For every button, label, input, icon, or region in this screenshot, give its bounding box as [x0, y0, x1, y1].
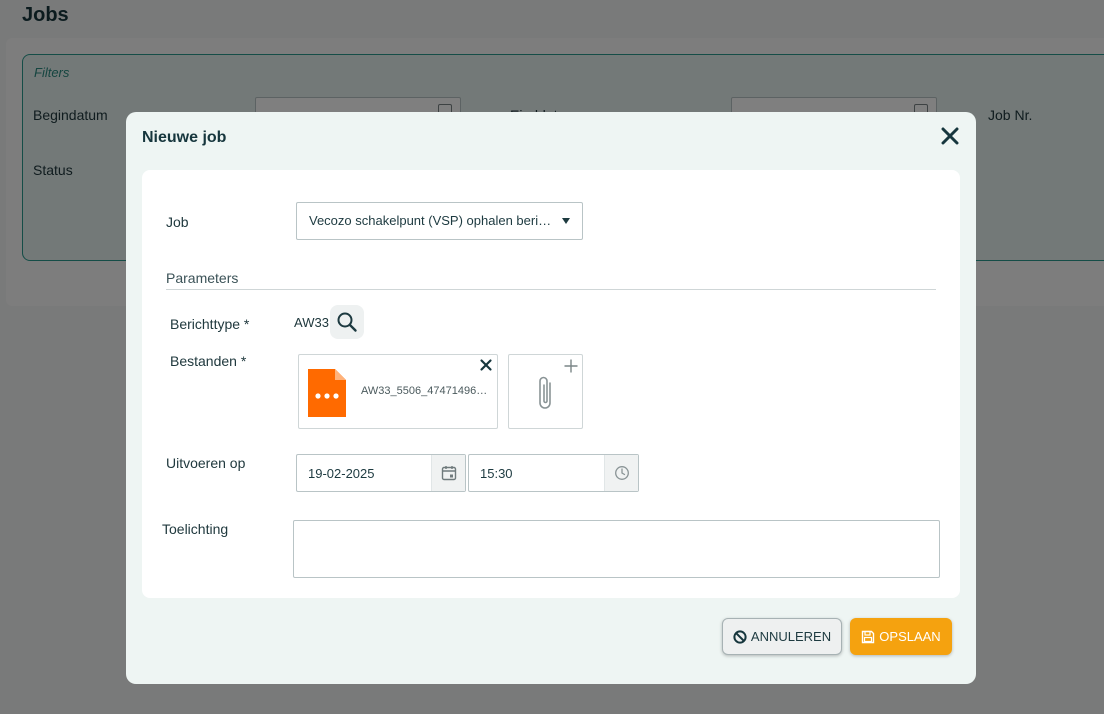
- clock-icon: [614, 466, 629, 480]
- toelichting-textarea[interactable]: [293, 520, 940, 578]
- add-file-button[interactable]: [508, 354, 583, 429]
- save-button[interactable]: OPSLAAN: [850, 618, 952, 655]
- job-select-value: Vecozo schakelpunt (VSP) ophalen bericht…: [309, 213, 555, 228]
- uitvoeren-label: Uitvoeren op: [166, 455, 246, 471]
- chevron-down-icon: [562, 218, 570, 224]
- ban-icon: [733, 629, 747, 644]
- toelichting-label: Toelichting: [162, 521, 229, 537]
- calendar-button[interactable]: [431, 455, 465, 491]
- save-icon: [862, 630, 875, 643]
- time-value: 15:30: [480, 466, 513, 481]
- file-icon: [308, 369, 346, 417]
- remove-file-icon[interactable]: [479, 358, 493, 372]
- clock-button[interactable]: [604, 455, 638, 491]
- bestanden-label: Bestanden *: [170, 353, 247, 369]
- berichttype-label: Berichttype *: [170, 316, 250, 332]
- modal-title: Nieuwe job: [142, 129, 227, 146]
- new-job-modal: Nieuwe job Job Vecozo schakelpunt (VSP) …: [126, 112, 976, 684]
- parameters-divider: [166, 289, 936, 290]
- save-label: OPSLAAN: [879, 629, 941, 644]
- date-input[interactable]: 19-02-2025: [296, 454, 466, 492]
- close-icon: [941, 127, 959, 145]
- cancel-label: ANNULEREN: [750, 629, 832, 644]
- plus-icon: [564, 359, 578, 373]
- file-card[interactable]: AW33_5506_47471496_20250219.xml: [298, 354, 498, 429]
- file-name: AW33_5506_47471496_20250219.xml: [361, 385, 491, 397]
- job-select[interactable]: Vecozo schakelpunt (VSP) ophalen bericht…: [296, 202, 583, 240]
- cancel-button[interactable]: ANNULEREN: [722, 618, 842, 655]
- berichttype-value: AW33: [294, 315, 329, 330]
- time-input[interactable]: 15:30: [468, 454, 639, 492]
- paperclip-icon: [539, 376, 551, 409]
- close-button[interactable]: [938, 124, 962, 148]
- berichttype-search-button[interactable]: [330, 305, 364, 339]
- job-label: Job: [166, 214, 189, 230]
- calendar-icon: [441, 466, 456, 481]
- parameters-title: Parameters: [166, 270, 239, 286]
- modal-body: Job Vecozo schakelpunt (VSP) ophalen ber…: [142, 170, 960, 598]
- date-value: 19-02-2025: [308, 466, 375, 481]
- search-icon: [337, 312, 357, 332]
